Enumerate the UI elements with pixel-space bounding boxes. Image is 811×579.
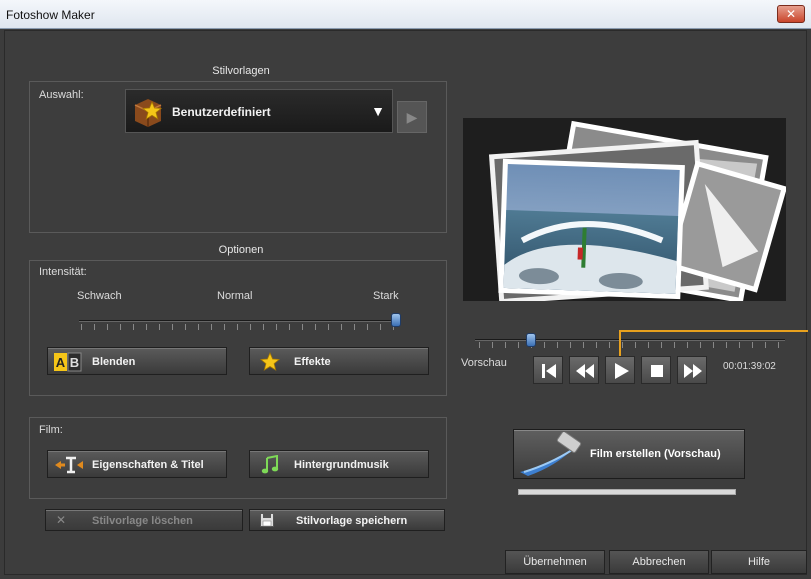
fast-forward-button[interactable] <box>677 356 707 384</box>
blenden-label: Blenden <box>92 356 136 368</box>
play-icon: ▶ <box>406 109 418 125</box>
auswahl-label: Auswahl: <box>39 89 84 101</box>
hintergrundmusik-label: Hintergrundmusik <box>294 459 389 471</box>
stilvorlage-loeschen-button[interactable]: ✕ Stilvorlage löschen <box>45 509 243 531</box>
render-progress-bar <box>518 489 736 495</box>
speichern-label: Stilvorlage speichern <box>296 515 408 527</box>
scale-normal: Normal <box>217 290 253 302</box>
position-slider-thumb[interactable] <box>525 333 536 347</box>
hintergrundmusik-button[interactable]: Hintergrundmusik <box>249 450 429 478</box>
chevron-down-icon[interactable]: ▼ <box>368 100 388 122</box>
star-icon <box>260 352 280 371</box>
hilfe-button[interactable]: Hilfe <box>711 550 807 574</box>
effekte-label: Effekte <box>294 356 331 368</box>
stop-icon <box>651 365 663 377</box>
skip-start-button[interactable] <box>533 356 563 384</box>
text-tool-icon <box>55 456 83 474</box>
close-icon: ✕ <box>785 7 797 21</box>
callout-line-horizontal <box>619 330 808 332</box>
optionen-header: Optionen <box>218 244 264 256</box>
dialog-client: Stilvorlagen Auswahl: Benutzerdefiniert … <box>4 30 808 575</box>
rewind-icon <box>576 364 594 378</box>
intensity-ticks <box>81 324 395 330</box>
callout-line-vertical <box>619 330 621 358</box>
star-box-icon <box>134 99 163 127</box>
preview-area <box>463 118 788 305</box>
eigenschaften-label: Eigenschaften & Titel <box>92 459 204 471</box>
vorschau-label: Vorschau <box>461 357 507 369</box>
play-icon <box>615 363 629 379</box>
stop-button[interactable] <box>641 356 671 384</box>
film-erstellen-label: Film erstellen (Vorschau) <box>590 448 721 460</box>
film-erstellen-button[interactable]: Film erstellen (Vorschau) <box>513 429 745 479</box>
uebernehmen-button[interactable]: Übernehmen <box>505 550 605 574</box>
svg-text:B: B <box>70 355 79 370</box>
film-label: Film: <box>39 424 63 436</box>
skip-start-icon <box>542 364 556 378</box>
window-title: Fotoshow Maker <box>6 8 95 22</box>
eigenschaften-titel-button[interactable]: Eigenschaften & Titel <box>47 450 227 478</box>
film-create-icon <box>520 432 582 476</box>
next-style-button[interactable]: ▶ <box>397 101 427 133</box>
abbrechen-button[interactable]: Abbrechen <box>609 550 709 574</box>
rewind-button[interactable] <box>569 356 599 384</box>
floppy-disk-icon <box>260 513 274 527</box>
loeschen-label: Stilvorlage löschen <box>92 515 193 527</box>
scale-stark: Stark <box>373 290 399 302</box>
stilvorlage-selected: Benutzerdefiniert <box>172 105 271 119</box>
svg-text:A: A <box>56 355 66 370</box>
stilvorlagen-header: Stilvorlagen <box>212 65 270 77</box>
intensitaet-label: Intensität: <box>39 266 87 278</box>
intensity-slider-thumb[interactable] <box>391 313 401 327</box>
music-note-icon <box>261 455 279 474</box>
photo-stack-image <box>488 120 788 305</box>
scale-schwach: Schwach <box>77 290 122 302</box>
position-slider-track[interactable] <box>475 339 785 341</box>
position-ticks <box>479 342 783 348</box>
effekte-button[interactable]: Effekte <box>249 347 429 375</box>
blenden-button[interactable]: A B Blenden <box>47 347 227 375</box>
delete-x-icon: ✕ <box>56 513 67 527</box>
stilvorlage-speichern-button[interactable]: Stilvorlage speichern <box>249 509 445 531</box>
stilvorlage-dropdown[interactable]: Benutzerdefiniert ▼ <box>125 89 393 133</box>
fast-forward-icon <box>684 364 702 378</box>
timecode: 00:01:39:02 <box>723 361 776 372</box>
ab-blend-icon: A B <box>54 352 82 372</box>
title-bar: Fotoshow Maker ✕ <box>0 0 811 29</box>
intensity-slider-track[interactable] <box>79 320 397 322</box>
close-button[interactable]: ✕ <box>777 5 805 23</box>
play-button[interactable] <box>605 356 635 384</box>
